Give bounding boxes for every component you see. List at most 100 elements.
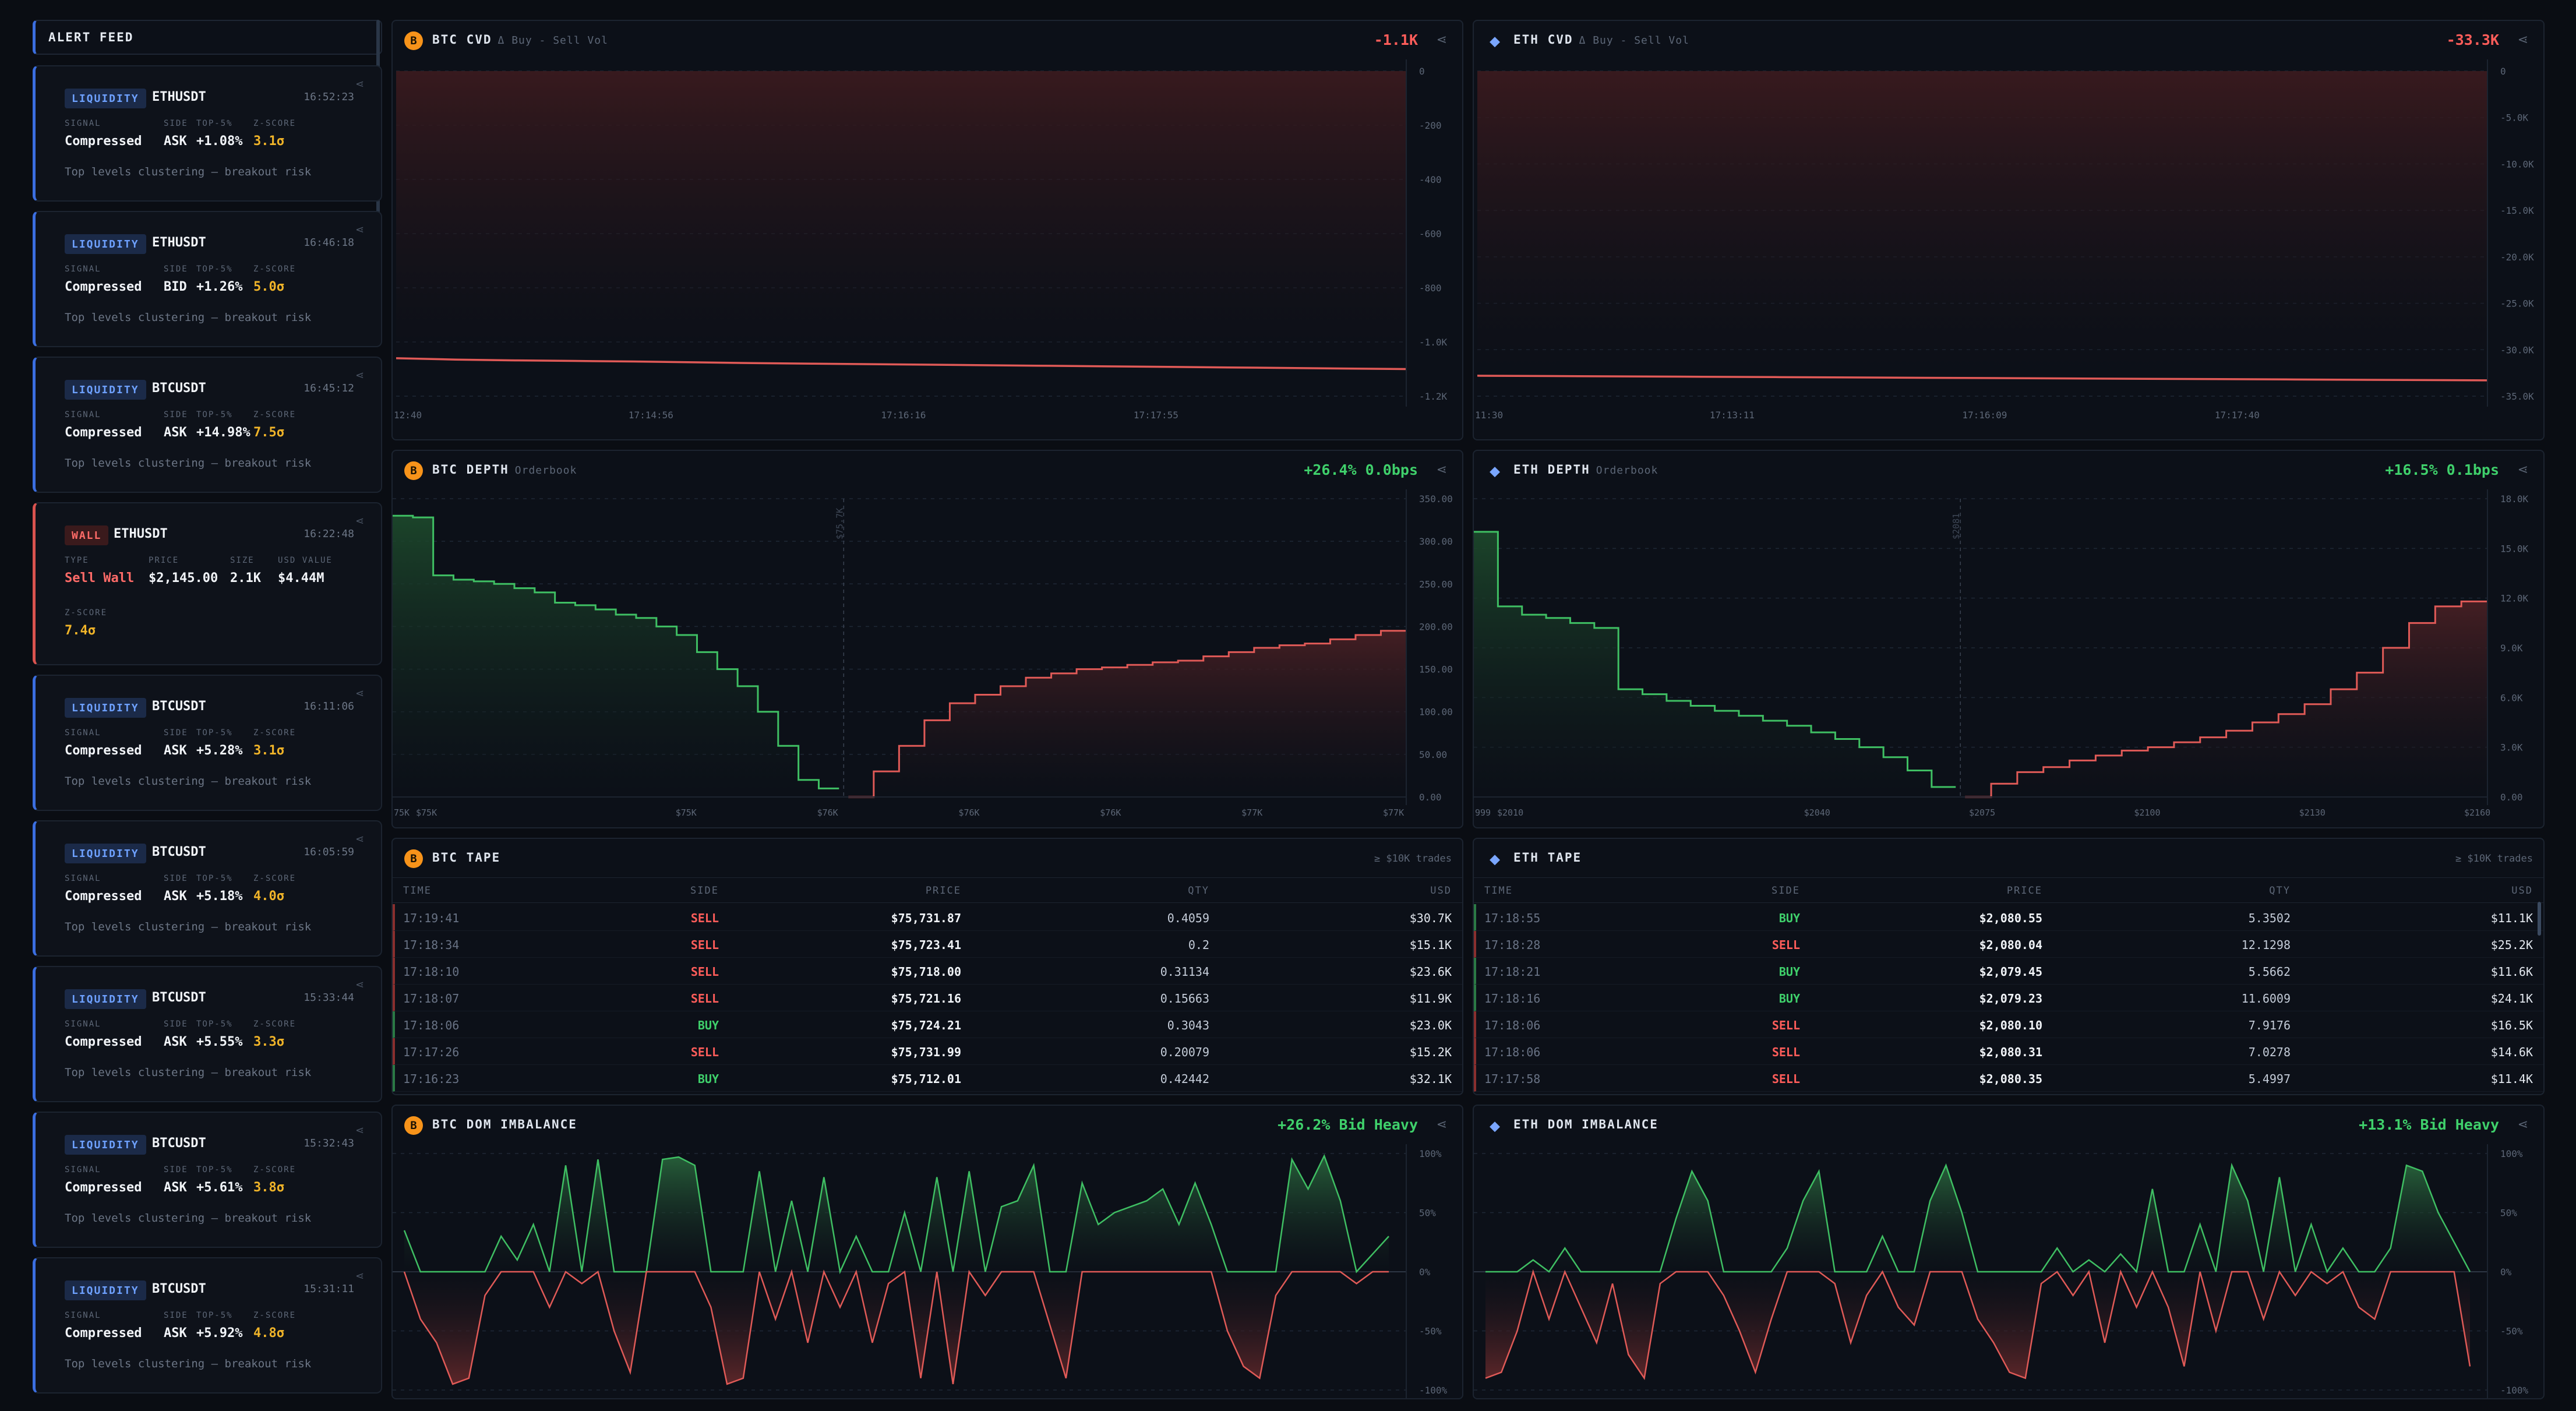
trade-side: SELL	[690, 965, 719, 979]
share-icon[interactable]: ⋖	[355, 979, 369, 993]
y-tick-label: -15.0K	[2500, 205, 2534, 216]
tape-row[interactable]: 17:17:58 SELL $2,080.35 5.4997 $11.4K	[1474, 1065, 2543, 1092]
field-label: TOP-5%	[196, 1311, 233, 1320]
field-value: $2,145.00	[149, 571, 218, 585]
y-tick-label: -1.2K	[1419, 391, 1448, 402]
tape-row[interactable]: 17:18:55 BUY $2,080.55 5.3502 $11.1K	[1474, 904, 2543, 931]
field-value: Compressed	[65, 280, 142, 294]
column-header[interactable]: TIME	[1484, 885, 1513, 897]
share-icon[interactable]: ⋖	[355, 515, 369, 529]
share-icon[interactable]: ⋖	[355, 687, 369, 701]
y-tick-label: -50%	[2500, 1326, 2523, 1337]
eth-depth-chart[interactable]: 18.0K 15.0K 12.0K 9.0K 6.0K 3.0K 0.00 $2081 999 $…	[1474, 489, 2545, 828]
y-tick-label: -800	[1419, 283, 1442, 294]
share-icon[interactable]: ⋖	[1437, 1117, 1447, 1132]
trade-qty: 0.42442	[1160, 1072, 1209, 1086]
tape-row[interactable]: 17:18:06 SELL $2,080.10 7.9176 $16.5K	[1474, 1011, 2543, 1038]
column-header[interactable]: TIME	[403, 885, 432, 897]
liquidity-alert-card[interactable]: LIQUIDITY BTCUSDT 16:05:59 ⋖ SIGNAL SIDE TOP-5…	[33, 820, 382, 957]
tape-filter[interactable]: ≥ $10K trades	[2455, 853, 2533, 865]
share-icon[interactable]: ⋖	[355, 1270, 369, 1284]
btc-cvd-chart[interactable]: 0 -200 -400 -600 -800 -1.0K -1.2K 12:40 17:14:56…	[393, 59, 1463, 440]
tape-filter[interactable]: ≥ $10K trades	[1374, 853, 1452, 865]
field-label: SIGNAL	[65, 1020, 101, 1029]
column-header[interactable]: USD	[1430, 885, 1452, 897]
alert-symbol: BTCUSDT	[152, 699, 206, 714]
liquidity-alert-card[interactable]: LIQUIDITY BTCUSDT 16:45:12 ⋖ SIGNAL SIDE TOP-5…	[33, 357, 382, 493]
share-icon[interactable]: ⋖	[2518, 463, 2528, 477]
field-value: 3.1σ	[253, 134, 284, 149]
liquidity-alert-card[interactable]: LIQUIDITY BTCUSDT 16:11:06 ⋖ SIGNAL SIDE TOP-5…	[33, 675, 382, 811]
trade-time: 17:18:06	[1484, 1018, 1541, 1032]
share-icon[interactable]: ⋖	[2518, 1117, 2528, 1132]
share-icon[interactable]: ⋖	[355, 1124, 369, 1138]
y-tick-label: 50%	[1419, 1208, 1436, 1219]
share-icon[interactable]: ⋖	[1437, 33, 1447, 47]
tape-scrollbar[interactable]	[2538, 902, 2541, 936]
share-icon[interactable]: ⋖	[2518, 33, 2528, 47]
alert-type-badge: LIQUIDITY	[65, 989, 146, 1009]
field-value: +5.61%	[196, 1180, 243, 1195]
alert-type-badge: LIQUIDITY	[65, 844, 146, 863]
eth-dom-chart[interactable]: 100% 50% 0% -50% -100%	[1474, 1144, 2545, 1399]
share-icon[interactable]: ⋖	[355, 224, 369, 238]
panel-title: ETH TAPE	[1513, 851, 1582, 865]
trade-time: 17:18:06	[1484, 1045, 1541, 1059]
tape-row[interactable]: 17:18:34 SELL $75,723.41 0.2 $15.1K	[393, 931, 1462, 958]
trade-price: $2,080.31	[1979, 1045, 2042, 1059]
column-header[interactable]: PRICE	[2007, 885, 2042, 897]
trade-time: 17:16:23	[403, 1072, 460, 1086]
x-tick-label: 17:17:55	[1134, 410, 1178, 421]
btc-dom-chart[interactable]: 100% 50% 0% -50% -100%	[393, 1144, 1463, 1399]
field-value: Compressed	[65, 1326, 142, 1341]
tape-row[interactable]: 17:18:10 SELL $75,718.00 0.31134 $23.6K	[393, 958, 1462, 985]
btc-depth-panel: B BTC DEPTH Orderbook +26.4% 0.0bps ⋖ 350…	[391, 450, 1463, 828]
column-header[interactable]: PRICE	[926, 885, 961, 897]
x-tick-label: $75K	[416, 807, 437, 818]
eth-cvd-chart[interactable]: 0 -5.0K -10.0K -15.0K -20.0K -25.0K -30.0K -35.…	[1474, 59, 2545, 440]
field-value: Compressed	[65, 425, 142, 440]
tape-row[interactable]: 17:18:28 SELL $2,080.04 12.1298 $25.2K	[1474, 931, 2543, 958]
field-label: SIDE	[164, 119, 188, 128]
field-label: Z-SCORE	[65, 608, 108, 618]
liquidity-alert-card[interactable]: LIQUIDITY BTCUSDT 15:32:43 ⋖ SIGNAL SIDE TOP-5…	[33, 1112, 382, 1248]
bitcoin-icon: B	[404, 461, 423, 480]
share-icon[interactable]: ⋖	[355, 369, 369, 383]
wall-alert-card[interactable]: WALL ETHUSDT 16:22:48 ⋖ TYPE PRICE SIZE USD VAL…	[33, 502, 382, 665]
alert-symbol: BTCUSDT	[152, 381, 206, 396]
mid-price-label: $75.7K	[834, 508, 845, 539]
share-icon[interactable]: ⋖	[1437, 463, 1447, 477]
panel-title: BTC TAPE	[432, 851, 501, 865]
share-icon[interactable]: ⋖	[355, 78, 369, 92]
field-value: 2.1K	[230, 571, 261, 585]
tape-row[interactable]: 17:17:26 SELL $75,731.99 0.20079 $15.2K	[393, 1038, 1462, 1065]
tape-row[interactable]: 17:18:07 SELL $75,721.16 0.15663 $11.9K	[393, 985, 1462, 1011]
liquidity-alert-card[interactable]: LIQUIDITY ETHUSDT 16:52:23 ⋖ SIGNAL SIDE TOP-5…	[33, 65, 382, 202]
column-header[interactable]: SIDE	[1772, 885, 1800, 897]
tape-row[interactable]: 17:18:06 BUY $75,724.21 0.3043 $23.0K	[393, 1011, 1462, 1038]
liquidity-alert-card[interactable]: LIQUIDITY ETHUSDT 16:46:18 ⋖ SIGNAL SIDE TOP-5…	[33, 211, 382, 347]
depth-value: +26.4% 0.0bps	[1304, 461, 1418, 478]
tape-row[interactable]: 17:16:23 BUY $75,712.01 0.42442 $32.1K	[393, 1065, 1462, 1092]
column-header[interactable]: USD	[2511, 885, 2533, 897]
tape-row[interactable]: 17:18:06 SELL $2,080.31 7.0278 $14.6K	[1474, 1038, 2543, 1065]
alert-note: Top levels clustering — breakout risk	[65, 1357, 312, 1370]
field-label: Z-SCORE	[253, 119, 297, 128]
trade-qty: 5.5662	[2248, 965, 2291, 979]
column-header[interactable]: QTY	[1188, 885, 1209, 897]
share-icon[interactable]: ⋖	[355, 833, 369, 847]
tape-row[interactable]: 17:19:41 SELL $75,731.87 0.4059 $30.7K	[393, 904, 1462, 931]
y-tick-label: 200.00	[1419, 621, 1453, 632]
depth-value: +16.5% 0.1bps	[2385, 461, 2499, 478]
bitcoin-icon: B	[404, 1116, 423, 1135]
column-header[interactable]: QTY	[2269, 885, 2291, 897]
btc-depth-chart[interactable]: 350.00 300.00 250.00 200.00 150.00 100.00 50.0…	[393, 489, 1463, 828]
tape-row[interactable]: 17:18:21 BUY $2,079.45 5.5662 $11.6K	[1474, 958, 2543, 985]
liquidity-alert-card[interactable]: LIQUIDITY BTCUSDT 15:31:11 ⋖ SIGNAL SIDE TOP-5…	[33, 1257, 382, 1394]
column-header[interactable]: SIDE	[690, 885, 719, 897]
field-value: Compressed	[65, 1180, 142, 1195]
tape-row[interactable]: 17:18:16 BUY $2,079.23 11.6009 $24.1K	[1474, 985, 2543, 1011]
liquidity-alert-card[interactable]: LIQUIDITY BTCUSDT 15:33:44 ⋖ SIGNAL SIDE TOP-5…	[33, 966, 382, 1102]
x-tick-label: $75K	[676, 807, 697, 818]
eth-dom-panel: ◆ ETH DOM IMBALANCE +13.1% Bid Heavy ⋖ 1…	[1473, 1105, 2545, 1399]
